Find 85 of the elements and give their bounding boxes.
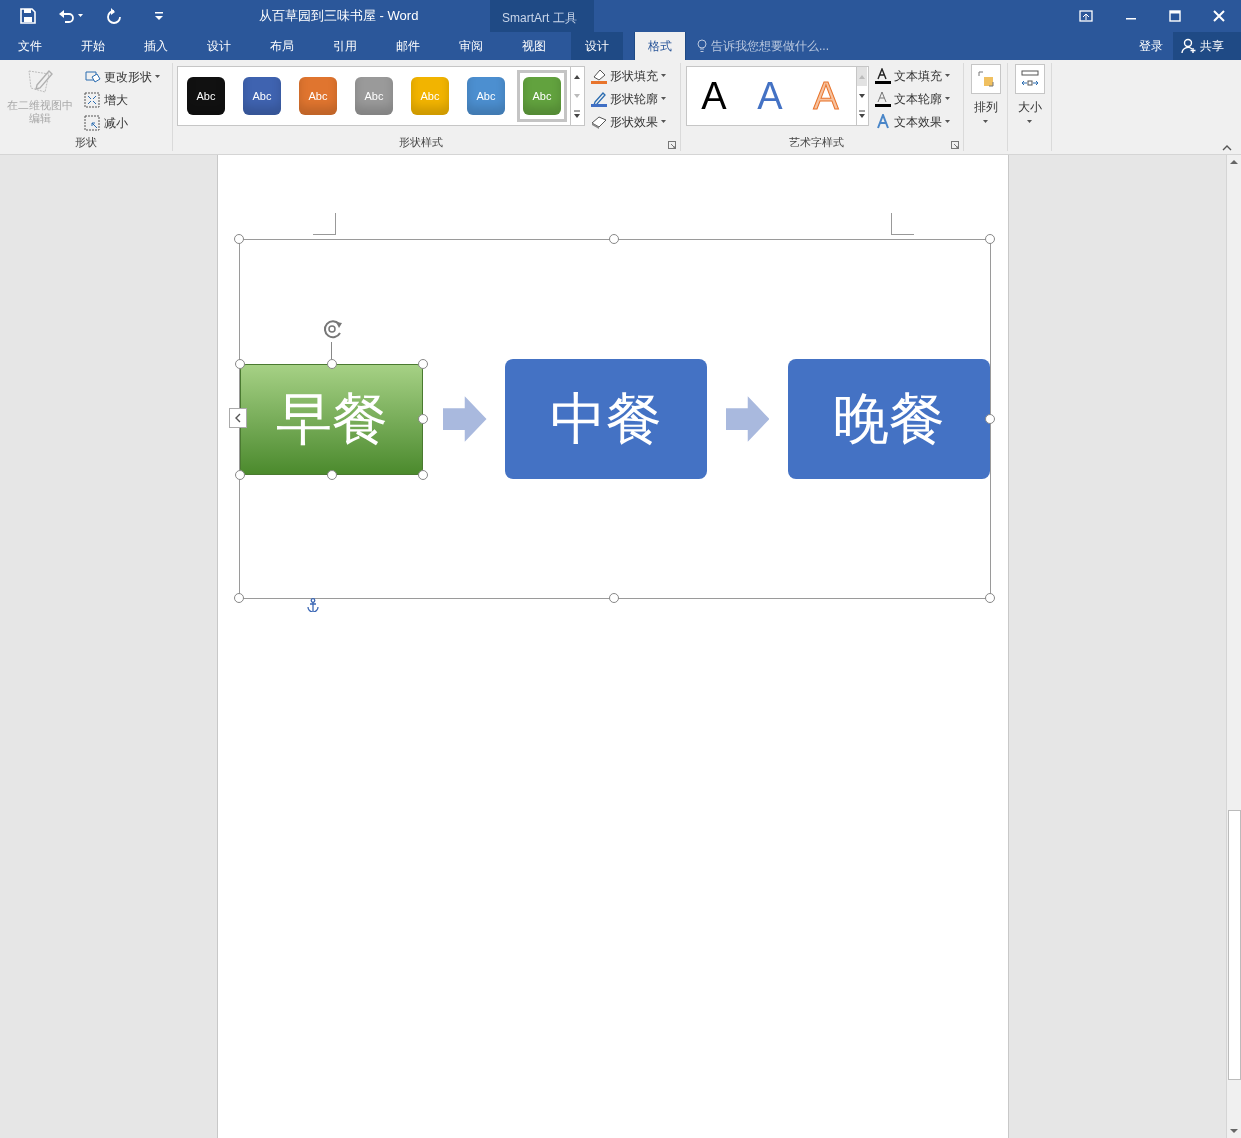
- selection-handle[interactable]: [234, 234, 244, 244]
- selection-handle[interactable]: [327, 358, 337, 369]
- text-effect-icon: [875, 113, 891, 130]
- ribbon-tab[interactable]: 设计: [571, 32, 623, 60]
- anchor-icon: [307, 598, 319, 612]
- group-label: 形状样式: [397, 135, 444, 149]
- caret-icon: [155, 75, 160, 78]
- rotation-line: [331, 341, 332, 359]
- selection-handle[interactable]: [418, 358, 428, 369]
- ribbon-tab[interactable]: 视图: [508, 32, 560, 60]
- ribbon-command[interactable]: 文本效果: [875, 112, 950, 131]
- diagram-node[interactable]: 中餐: [504, 359, 707, 479]
- person-add-icon: [1181, 38, 1197, 54]
- ribbon-tab[interactable]: 格式: [634, 32, 686, 60]
- selection-handle[interactable]: [418, 413, 428, 424]
- contextual-label: SmartArt 工具: [502, 10, 577, 27]
- ribbon-tab[interactable]: 设计: [193, 32, 245, 60]
- ribbon-display-icon[interactable]: [1079, 10, 1093, 22]
- customize-icon[interactable]: [154, 11, 164, 21]
- chevron-left-icon: [235, 413, 241, 423]
- text-pane-toggle[interactable]: [229, 408, 247, 428]
- ribbon-tab[interactable]: 引用: [319, 32, 371, 60]
- tell-me-field[interactable]: 告诉我您想要做什么...: [711, 37, 871, 55]
- selection-handle[interactable]: [418, 469, 428, 480]
- diagram-node[interactable]: 晚餐: [788, 359, 990, 479]
- selection-handle[interactable]: [985, 593, 995, 603]
- ribbon-tab[interactable]: 布局: [256, 32, 308, 60]
- scroll-thumb[interactable]: [1227, 810, 1241, 1080]
- selection-handle[interactable]: [985, 234, 995, 244]
- arrow-icon: [725, 396, 769, 442]
- group-label: 艺术字样式: [787, 135, 845, 149]
- caret-icon: [983, 120, 988, 123]
- ribbon-command[interactable]: 文本填充: [875, 66, 950, 85]
- ribbon-command[interactable]: 形状效果: [591, 112, 666, 131]
- ribbon-command[interactable]: 更改形状: [84, 67, 160, 86]
- collapse-ribbon-icon[interactable]: [1222, 145, 1232, 151]
- caret-icon: [1027, 120, 1032, 123]
- caret-icon: [945, 97, 950, 100]
- arrow-icon: [443, 396, 487, 442]
- caret-icon: [661, 74, 666, 77]
- ribbon-command[interactable]: 形状轮廓: [591, 89, 666, 108]
- group-label: 形状: [74, 135, 98, 149]
- selection-handle[interactable]: [235, 358, 245, 369]
- ribbon-command[interactable]: 文本轮廓: [875, 89, 950, 108]
- shrink-icon: [84, 114, 101, 131]
- selection-handle[interactable]: [327, 469, 337, 480]
- ribbon-tab[interactable]: 文件: [4, 32, 56, 60]
- share-button[interactable]: 共享: [1173, 32, 1241, 60]
- caret-icon: [661, 120, 666, 123]
- sign-in-link[interactable]: 登录: [1139, 32, 1163, 60]
- selection-handle[interactable]: [609, 234, 619, 244]
- lightbulb-icon[interactable]: [697, 39, 707, 53]
- ribbon-command[interactable]: 形状填充: [591, 66, 666, 85]
- arrange-icon: [976, 70, 995, 88]
- undo-icon[interactable]: [58, 8, 84, 24]
- ribbon-tab[interactable]: 开始: [67, 32, 119, 60]
- selection-handle[interactable]: [234, 593, 244, 603]
- caret-icon: [945, 120, 950, 123]
- ribbon-command[interactable]: 增大: [84, 90, 160, 109]
- margin-corner-mark: [313, 213, 336, 235]
- ribbon-tab[interactable]: 审阅: [445, 32, 497, 60]
- close-icon[interactable]: [1213, 10, 1225, 22]
- enlarge-icon: [84, 91, 101, 108]
- vertical-scrollbar[interactable]: [1226, 155, 1241, 1138]
- dialog-launcher-icon[interactable]: [668, 141, 676, 149]
- margin-corner-mark: [891, 213, 914, 235]
- change-shape-icon: [84, 68, 101, 85]
- maximize-icon[interactable]: [1169, 10, 1181, 22]
- window-title: 从百草园到三味书屋 - Word: [259, 7, 420, 26]
- selection-handle[interactable]: [609, 593, 619, 603]
- save-icon[interactable]: [20, 8, 36, 24]
- text-fill-icon: [875, 67, 891, 84]
- caret-icon: [661, 97, 666, 100]
- pencil-icon: [591, 90, 607, 107]
- wordart-sample[interactable]: A: [757, 76, 783, 116]
- wordart-sample[interactable]: A: [701, 76, 727, 116]
- ribbon-tab[interactable]: 插入: [130, 32, 182, 60]
- redo-icon[interactable]: [106, 8, 122, 24]
- size-icon: [1020, 70, 1039, 88]
- text-outline-icon: [875, 90, 891, 107]
- selection-handle[interactable]: [235, 469, 245, 480]
- ribbon-command[interactable]: 减小: [84, 113, 160, 132]
- caret-icon: [945, 74, 950, 77]
- dialog-launcher-icon[interactable]: [951, 141, 959, 149]
- ribbon-tab[interactable]: 邮件: [382, 32, 434, 60]
